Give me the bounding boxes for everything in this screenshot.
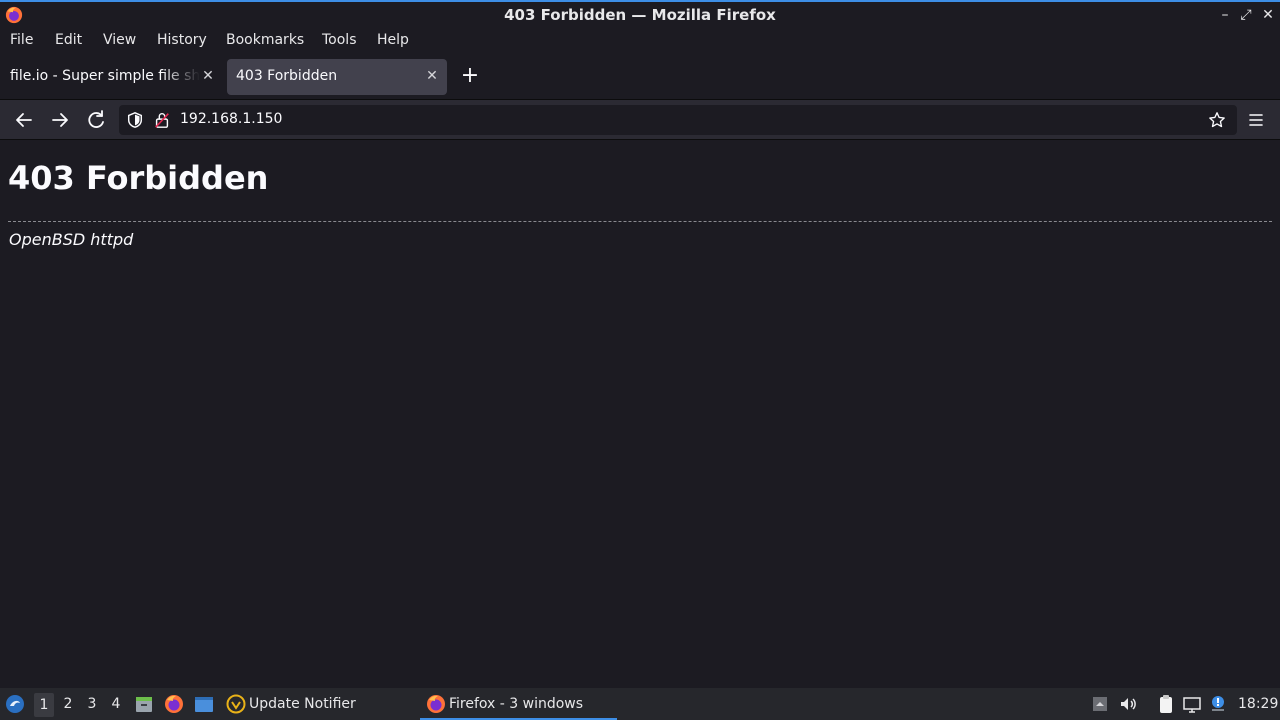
tracking-protection-shield-icon[interactable] bbox=[126, 111, 144, 129]
window-title: 403 Forbidden — Mozilla Firefox bbox=[504, 6, 776, 24]
menubar: File Edit View History Bookmarks Tools H… bbox=[0, 29, 1280, 55]
menu-help[interactable]: Help bbox=[377, 32, 409, 48]
back-arrow-icon[interactable] bbox=[12, 108, 36, 132]
firefox-launcher-icon[interactable] bbox=[164, 694, 184, 714]
forward-arrow-icon[interactable] bbox=[48, 108, 72, 132]
workspace-3[interactable]: 3 bbox=[82, 696, 102, 712]
workspace-2[interactable]: 2 bbox=[58, 696, 78, 712]
menu-edit[interactable]: Edit bbox=[55, 32, 82, 48]
url-text[interactable]: 192.168.1.150 bbox=[180, 111, 282, 127]
server-signature: OpenBSD httpd bbox=[9, 230, 134, 249]
workspace-4[interactable]: 4 bbox=[106, 696, 126, 712]
clipboard-icon[interactable] bbox=[1156, 694, 1176, 714]
tab-file-io[interactable]: file.io - Super simple file sharing ✕ bbox=[1, 59, 223, 95]
page-content: 403 Forbidden OpenBSD httpd bbox=[0, 141, 1280, 688]
window-titlebar: 403 Forbidden — Mozilla Firefox – ⤢ ✕ bbox=[0, 0, 1280, 29]
update-notifier-label[interactable]: Update Notifier bbox=[249, 696, 356, 712]
tab-close-icon[interactable]: ✕ bbox=[424, 68, 440, 84]
taskbar: 1 2 3 4 Update Notifier Firefox - 3 wind… bbox=[0, 688, 1280, 720]
url-bar[interactable]: 192.168.1.150 bbox=[119, 105, 1237, 135]
menu-file[interactable]: File bbox=[10, 32, 33, 48]
app-menu-hamburger-icon[interactable] bbox=[1244, 108, 1268, 132]
network-icon[interactable] bbox=[1182, 694, 1202, 714]
tab-label: 403 Forbidden bbox=[236, 68, 338, 84]
close-window-button[interactable]: ✕ bbox=[1258, 5, 1278, 25]
bookmark-star-icon[interactable] bbox=[1208, 111, 1226, 129]
maximize-button[interactable]: ⤢ bbox=[1236, 5, 1256, 25]
firefox-taskbar-button[interactable]: Firefox - 3 windows bbox=[420, 688, 617, 720]
reload-icon[interactable] bbox=[84, 108, 108, 132]
divider bbox=[8, 221, 1272, 222]
menu-view[interactable]: View bbox=[103, 32, 136, 48]
tab-label: file.io - Super simple file sharing bbox=[10, 68, 200, 84]
tray-expand-icon[interactable] bbox=[1090, 694, 1110, 714]
tab-strip: file.io - Super simple file sharing ✕ 40… bbox=[0, 55, 1280, 99]
tab-close-icon[interactable]: ✕ bbox=[200, 68, 216, 84]
menu-bookmarks[interactable]: Bookmarks bbox=[226, 32, 304, 48]
start-menu-icon[interactable] bbox=[5, 694, 25, 714]
clock[interactable]: 18:29 bbox=[1238, 696, 1278, 712]
insecure-lock-icon[interactable] bbox=[153, 111, 171, 129]
menu-history[interactable]: History bbox=[157, 32, 207, 48]
firefox-icon bbox=[427, 695, 445, 713]
workspace-1[interactable]: 1 bbox=[34, 693, 54, 717]
new-tab-button[interactable]: + bbox=[458, 65, 482, 89]
desktop-icon[interactable] bbox=[194, 694, 214, 714]
navigation-toolbar: 192.168.1.150 bbox=[0, 99, 1280, 140]
volume-icon[interactable] bbox=[1118, 694, 1138, 714]
firefox-taskbar-label: Firefox - 3 windows bbox=[449, 696, 584, 712]
file-manager-icon[interactable] bbox=[134, 694, 154, 714]
update-notifier-icon[interactable] bbox=[226, 694, 246, 714]
tab-403-forbidden[interactable]: 403 Forbidden ✕ bbox=[227, 59, 447, 95]
menu-tools[interactable]: Tools bbox=[322, 32, 357, 48]
page-heading: 403 Forbidden bbox=[8, 159, 269, 197]
notification-icon[interactable] bbox=[1208, 694, 1228, 714]
minimize-button[interactable]: – bbox=[1215, 5, 1235, 25]
